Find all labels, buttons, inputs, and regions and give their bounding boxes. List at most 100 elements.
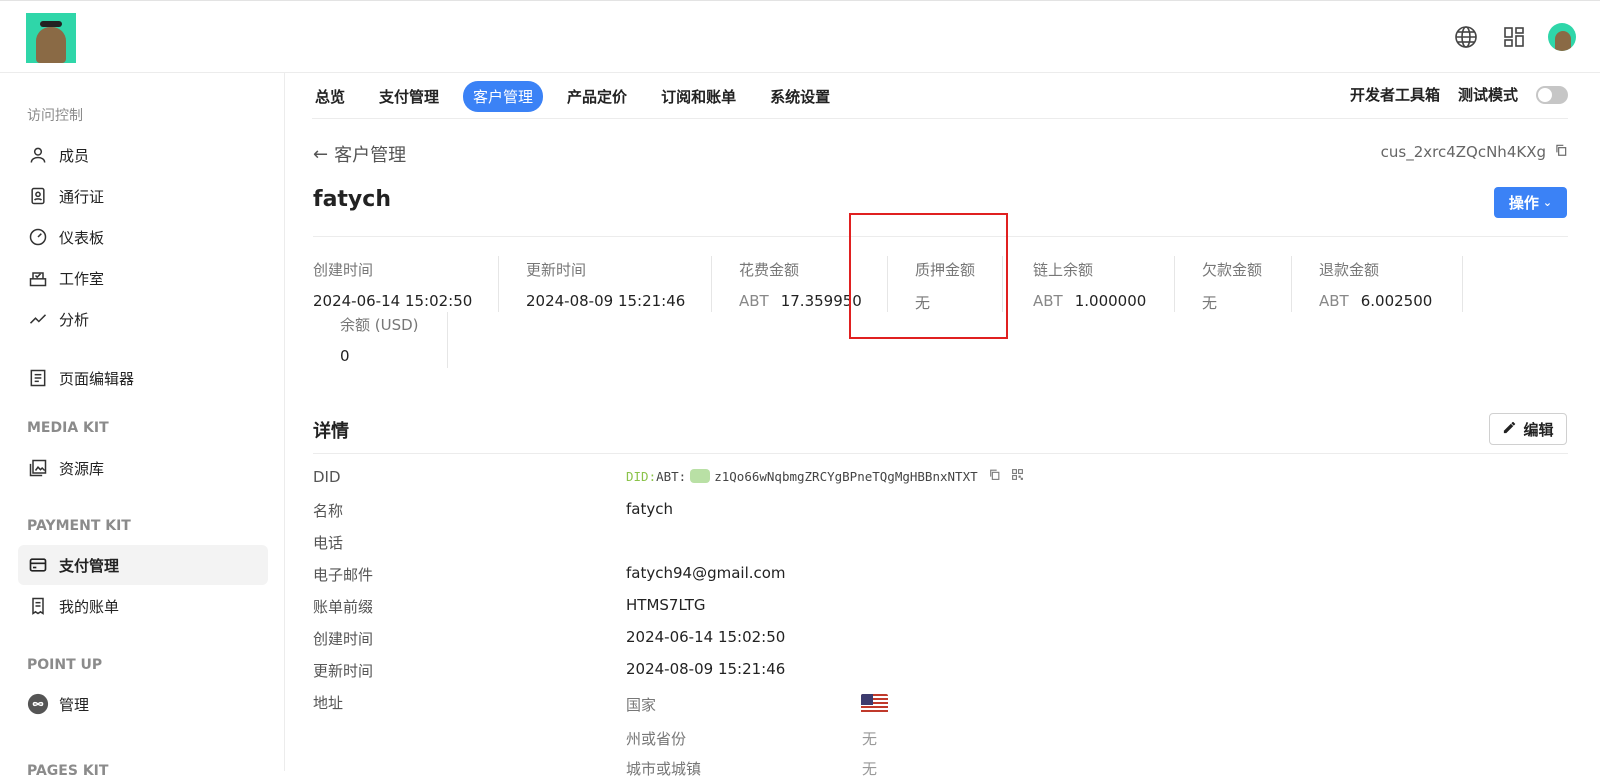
stat-label: 更新时间 bbox=[526, 261, 587, 279]
detail-value-updated: 2024-08-09 15:21:46 bbox=[626, 660, 786, 678]
address-city-label: 城市或城镇 bbox=[626, 760, 702, 778]
stat-divider bbox=[498, 256, 499, 312]
stat-value: 0 bbox=[340, 347, 350, 365]
tabs-divider bbox=[312, 118, 1568, 119]
customer-id-text: cus_2xrc4ZQcNh4KXg bbox=[1380, 143, 1546, 161]
sidebar-item-label: 资源库 bbox=[59, 459, 105, 478]
sidebar-item-analytics[interactable]: 分析 bbox=[18, 299, 268, 339]
studio-icon bbox=[27, 267, 49, 289]
did-chain: ABT: bbox=[656, 468, 687, 484]
did-address: z1Qo66wNqbmgZRCYgBPneTQgMgHBBnxNTXT bbox=[714, 468, 978, 484]
did-prefix: DID: bbox=[626, 468, 657, 484]
address-state-label: 州或省份 bbox=[626, 730, 687, 748]
stat-divider bbox=[1462, 256, 1463, 312]
sidebar-item-my-bills[interactable]: 我的账单 bbox=[18, 586, 268, 626]
stat-spent: 花费金额 ABT 17.359950 bbox=[739, 259, 862, 310]
back-link[interactable]: ← 客户管理 bbox=[313, 141, 406, 167]
user-icon bbox=[27, 144, 49, 166]
detail-value-created: 2024-06-14 15:02:50 bbox=[626, 628, 786, 646]
details-heading: 详情 bbox=[313, 421, 349, 442]
back-link-label: 客户管理 bbox=[334, 145, 407, 166]
tab-overview[interactable]: 总览 bbox=[305, 81, 355, 112]
stat-value: 2024-08-09 15:21:46 bbox=[526, 292, 686, 310]
developer-tools-link[interactable]: 开发者工具箱 bbox=[1350, 84, 1440, 105]
sidebar-item-label: 通行证 bbox=[59, 187, 105, 206]
sidebar-item-payment-management[interactable]: 支付管理 bbox=[18, 545, 268, 585]
detail-value-name: fatych bbox=[626, 500, 673, 518]
user-avatar[interactable] bbox=[1548, 23, 1576, 51]
arrow-left-icon: ← bbox=[313, 143, 329, 165]
detail-value-email: fatych94@gmail.com bbox=[626, 564, 786, 582]
stat-divider bbox=[711, 256, 712, 312]
tab-subscriptions-billing[interactable]: 订阅和账单 bbox=[651, 81, 746, 112]
stat-value: 2024-06-14 15:02:50 bbox=[313, 292, 473, 310]
chevron-down-icon: ⌄ bbox=[1542, 196, 1553, 209]
address-state-value: 无 bbox=[862, 730, 878, 748]
did-label: DID bbox=[313, 468, 341, 486]
detail-label-created: 创建时间 bbox=[313, 630, 374, 648]
stat-onchain: 链上余额 ABT 1.000000 bbox=[1033, 259, 1146, 310]
detail-value-invoice-prefix: HTMS7LTG bbox=[626, 596, 706, 614]
did-avatar bbox=[690, 469, 711, 483]
stat-value: 无 bbox=[1202, 294, 1218, 312]
app-logo[interactable] bbox=[26, 13, 76, 63]
stat-owed: 欠款金额 无 bbox=[1202, 259, 1262, 313]
sidebar-item-label: 分析 bbox=[59, 310, 90, 329]
sidebar-item-label: 支付管理 bbox=[59, 556, 120, 575]
globe-icon[interactable] bbox=[1452, 23, 1480, 51]
section-payment-kit: PAYMENT KIT bbox=[27, 518, 131, 534]
top-bar bbox=[0, 0, 1600, 73]
stat-divider bbox=[447, 312, 448, 368]
sidebar-item-point-manage[interactable]: 管理 bbox=[18, 684, 268, 724]
copy-icon[interactable] bbox=[988, 468, 1001, 484]
copy-icon[interactable] bbox=[1554, 143, 1568, 161]
section-point-up: POINT UP bbox=[27, 657, 103, 673]
actions-button-label: 操作 bbox=[1508, 194, 1539, 212]
stat-balance: 余额 (USD) 0 bbox=[340, 314, 419, 365]
pencil-icon bbox=[1502, 420, 1517, 439]
tab-customer-management[interactable]: 客户管理 bbox=[463, 80, 544, 112]
sidebar: 访问控制 成员 通行证 仪表板 工作室 分析 页面编辑器 MEDIA KIT 资… bbox=[0, 73, 285, 779]
stat-value: 1.000000 bbox=[1074, 292, 1147, 310]
sidebar-item-passport[interactable]: 通行证 bbox=[18, 176, 268, 216]
stat-created: 创建时间 2024-06-14 15:02:50 bbox=[313, 259, 472, 310]
sidebar-item-members[interactable]: 成员 bbox=[18, 135, 268, 175]
sidebar-item-label: 管理 bbox=[59, 695, 90, 714]
qr-code-icon[interactable] bbox=[1011, 468, 1024, 484]
main-tabs: 总览 支付管理 客户管理 产品定价 订阅和账单 系统设置 bbox=[305, 80, 854, 112]
stat-divider bbox=[1174, 256, 1175, 312]
section-media-kit: MEDIA KIT bbox=[27, 420, 109, 436]
edit-button[interactable]: 编辑 bbox=[1489, 413, 1567, 445]
credit-card-icon bbox=[27, 554, 49, 576]
infinity-icon bbox=[27, 693, 49, 715]
tab-system-settings[interactable]: 系统设置 bbox=[760, 81, 840, 112]
sidebar-item-page-editor[interactable]: 页面编辑器 bbox=[18, 358, 268, 398]
gauge-icon bbox=[27, 226, 49, 248]
image-gallery-icon bbox=[27, 457, 49, 479]
page-editor-icon bbox=[27, 367, 49, 389]
sidebar-item-resources[interactable]: 资源库 bbox=[18, 448, 268, 488]
us-flag-icon bbox=[861, 694, 888, 714]
tab-product-pricing[interactable]: 产品定价 bbox=[557, 81, 637, 112]
stat-currency: ABT bbox=[1033, 292, 1063, 310]
badge-icon bbox=[27, 185, 49, 207]
test-mode-label: 测试模式 bbox=[1457, 86, 1518, 104]
stat-label: 花费金额 bbox=[739, 261, 800, 279]
address-country-label: 国家 bbox=[626, 696, 657, 714]
stat-label: 余额 (USD) bbox=[340, 316, 419, 334]
stat-currency: ABT bbox=[1319, 292, 1349, 310]
analytics-icon bbox=[27, 308, 49, 330]
test-mode-toggle[interactable] bbox=[1536, 85, 1568, 104]
apps-grid-icon[interactable] bbox=[1500, 23, 1528, 51]
stat-label: 欠款金额 bbox=[1202, 261, 1263, 279]
sidebar-item-label: 我的账单 bbox=[59, 597, 120, 616]
details-divider bbox=[313, 453, 1568, 454]
tab-payment-management[interactable]: 支付管理 bbox=[369, 81, 449, 112]
stat-value: 6.002500 bbox=[1360, 292, 1433, 310]
actions-button[interactable]: 操作 ⌄ bbox=[1494, 187, 1567, 218]
sidebar-item-studio[interactable]: 工作室 bbox=[18, 258, 268, 298]
did-value[interactable]: DID: ABT: z1Qo66wNqbmgZRCYgBPneTQgMgHBBn… bbox=[626, 468, 1024, 484]
stat-updated: 更新时间 2024-08-09 15:21:46 bbox=[526, 259, 685, 310]
sidebar-item-dashboard[interactable]: 仪表板 bbox=[18, 217, 268, 257]
stat-label: 退款金额 bbox=[1319, 261, 1380, 279]
